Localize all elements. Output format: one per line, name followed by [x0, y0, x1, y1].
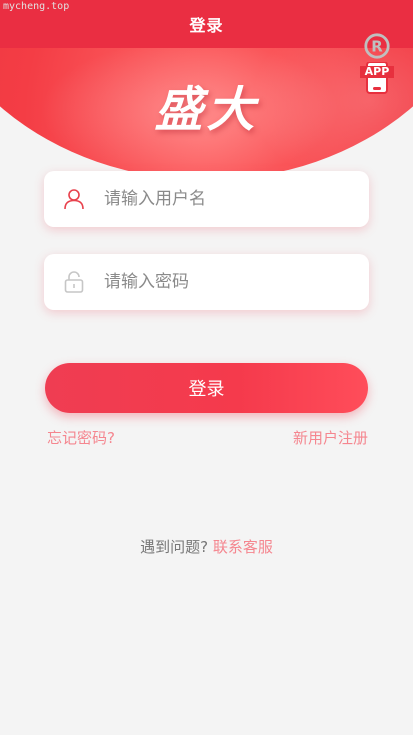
help-question: 遇到问题?: [140, 538, 209, 556]
contact-support-link[interactable]: 联系客服: [213, 538, 273, 556]
help-row: 遇到问题? 联系客服: [0, 536, 413, 557]
lock-icon: [64, 271, 84, 293]
password-field[interactable]: [44, 254, 369, 310]
page-title: 登录: [189, 16, 224, 35]
user-icon: [64, 189, 84, 210]
password-input[interactable]: [104, 272, 344, 292]
login-button[interactable]: 登录: [45, 363, 368, 413]
register-link[interactable]: 新用户注册: [293, 427, 368, 448]
forgot-password-link[interactable]: 忘记密码?: [47, 427, 115, 448]
username-input[interactable]: [104, 189, 344, 209]
brand-logo: 盛大: [154, 82, 259, 138]
registered-icon: R: [364, 33, 390, 59]
login-screen: 登录 mycheng.top R APP 盛大 请输入用户名 登录 忘记密码? …: [0, 0, 413, 735]
watermark: mycheng.top: [3, 1, 70, 12]
username-field[interactable]: [44, 171, 369, 227]
svg-text:R: R: [371, 38, 383, 56]
